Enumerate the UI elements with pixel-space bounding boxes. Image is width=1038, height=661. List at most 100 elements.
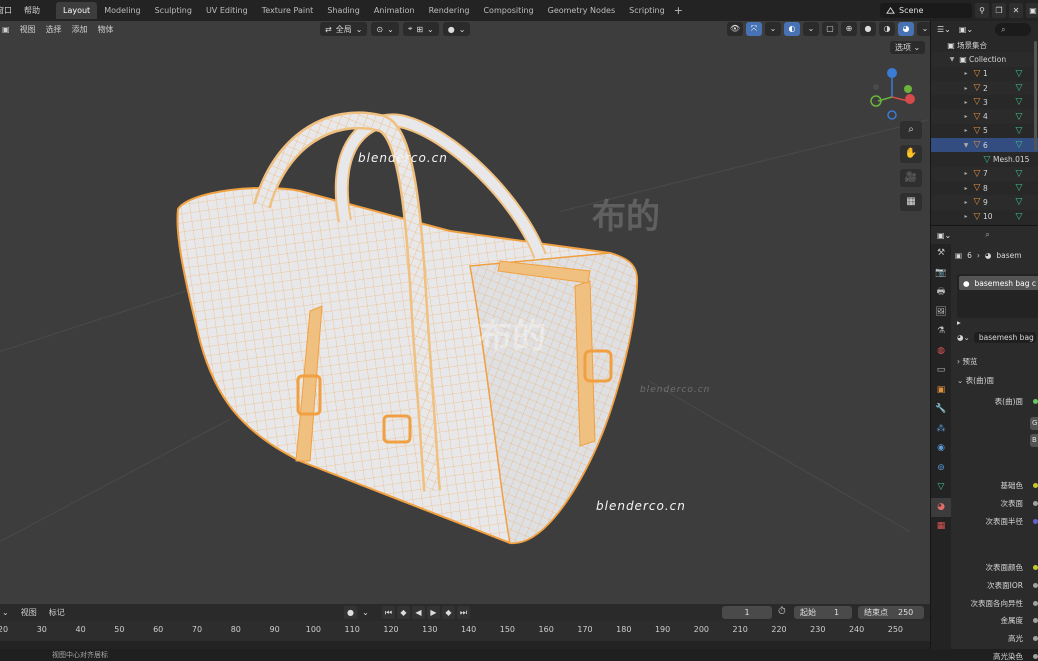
timeline-track[interactable] — [0, 641, 930, 649]
tab-layout[interactable]: Layout — [56, 2, 98, 19]
expand-triangle-icon[interactable]: ▸ — [961, 70, 971, 77]
expand-triangle-icon[interactable]: ▸ — [961, 85, 971, 92]
play-icon[interactable]: ▶ — [427, 606, 440, 619]
outliner-object-item[interactable]: ▸ ▽ 4 ▽ — [931, 109, 1038, 124]
expand-triangle-icon[interactable]: ▸ — [961, 113, 971, 120]
scene-selector[interactable]: Scene — [880, 3, 972, 18]
mesh-data-icon[interactable]: ▽ — [1013, 69, 1025, 79]
timeline-menu-view[interactable]: 视图 — [15, 607, 43, 618]
shader-input-socket[interactable] — [1033, 618, 1038, 623]
expand-triangle-icon[interactable]: ▼ — [961, 142, 971, 149]
menu-help[interactable]: 帮助 — [18, 5, 46, 16]
timeline-ruler[interactable]: 20 30 40 50 60 70 80 90 100 110 120 130 140 150 160 170… — [0, 621, 930, 641]
shader-input-socket[interactable] — [1033, 483, 1038, 488]
expand-triangle-icon[interactable]: ▸ — [961, 170, 971, 177]
tab-uv-editing[interactable]: UV Editing — [199, 2, 255, 19]
end-frame-field[interactable]: 结束点 250 — [858, 606, 924, 619]
mesh-data-icon[interactable]: ▽ — [1013, 97, 1025, 107]
distribution-dropdown[interactable]: B — [1030, 434, 1038, 447]
mesh-data-icon[interactable]: ▽ — [1013, 140, 1025, 150]
outliner-filter-icon[interactable]: ▣⌄ — [959, 25, 973, 34]
outliner-search-input[interactable]: ⌕ — [995, 23, 1032, 36]
outliner-object-item[interactable]: ▸ ▽ 9 ▽ — [931, 195, 1038, 210]
delete-scene-icon[interactable]: ✕ — [1009, 3, 1023, 18]
expand-triangle-icon[interactable]: ▸ — [961, 213, 971, 220]
tab-compositing[interactable]: Compositing — [476, 2, 540, 19]
properties-search-icon[interactable]: ⌕ — [985, 230, 989, 240]
object-tab-icon[interactable]: ▣ — [931, 381, 951, 401]
next-keyframe-icon[interactable]: ◆ — [442, 606, 455, 619]
shader-input-socket[interactable] — [1033, 654, 1038, 659]
grid-view-icon[interactable]: ▦ — [900, 193, 922, 211]
preview-panel-header[interactable]: › 预览 — [957, 356, 977, 367]
material-name-field[interactable]: basemesh bag — [973, 332, 1036, 343]
tab-modeling[interactable]: Modeling — [97, 2, 147, 19]
camera-icon[interactable]: 🎥 — [900, 169, 922, 187]
view-layer-tab-icon[interactable]: 🖼 — [931, 303, 951, 323]
tab-rendering[interactable]: Rendering — [422, 2, 477, 19]
shader-input-socket[interactable] — [1033, 636, 1038, 641]
new-scene-icon[interactable]: ❐ — [992, 3, 1006, 18]
outliner-object-item[interactable]: ▼ ▽ 6 ▽ — [931, 138, 1038, 153]
tab-shading[interactable]: Shading — [320, 2, 367, 19]
mesh-data-icon[interactable]: ▽ — [1013, 212, 1025, 222]
mesh-data-icon[interactable]: ▽ — [1013, 183, 1025, 193]
add-workspace-button[interactable]: + — [674, 4, 683, 17]
bag-mesh[interactable] — [0, 21, 930, 604]
expand-triangle-icon[interactable]: ▸ — [961, 127, 971, 134]
expand-triangle-icon[interactable]: ▸ — [961, 199, 971, 206]
material-selector[interactable]: ◕⌄ basemesh bag — [957, 332, 1036, 343]
mesh-data-icon[interactable]: ▽ — [1013, 169, 1025, 179]
shader-input-socket[interactable] — [1033, 519, 1038, 524]
tab-animation[interactable]: Animation — [367, 2, 422, 19]
outliner-editor-icon[interactable]: ☰⌄ — [937, 25, 951, 34]
output-tab-icon[interactable]: 🖶 — [931, 283, 951, 303]
outliner-scene-collection[interactable]: ▣ 场景集合 — [931, 38, 1038, 52]
view-layer-icon[interactable]: ▣ — [1026, 3, 1038, 18]
outliner-object-item[interactable]: ▸ ▽ 8 ▽ — [931, 181, 1038, 195]
jump-end-icon[interactable]: ⏭ — [457, 606, 470, 619]
record-icon[interactable]: ● — [344, 606, 357, 619]
timeline-editor-icon[interactable]: ⌄ — [0, 608, 15, 617]
outliner-object-item[interactable]: ▸ ▽ 2 ▽ — [931, 80, 1038, 96]
material-tab-icon[interactable]: ◕ — [931, 497, 951, 517]
outliner-scrollbar[interactable] — [1034, 41, 1037, 151]
mesh-data-icon[interactable]: ▽ — [1013, 112, 1025, 122]
outliner-object-item[interactable]: ▸ ▽ 3 ▽ — [931, 95, 1038, 109]
shader-input-socket[interactable] — [1033, 501, 1038, 506]
tab-scripting[interactable]: Scripting — [622, 2, 672, 19]
outliner-object-item[interactable]: ▸ ▽ 10 ▽ — [931, 210, 1038, 224]
material-slot-list[interactable]: ● basemesh bag c — [957, 274, 1038, 318]
pin-icon[interactable]: ⚲ — [975, 3, 989, 18]
3d-viewport[interactable]: ▣ 视图 选择 添加 物体 ⇄ 全局 ⌄ ⊙ ⌄ ⌖ ⊞ ⌄ ● ⌄ 👁 ⤧ ⌄ ◐ ⌄… — [0, 21, 930, 604]
material-slot-row[interactable]: ● basemesh bag c — [959, 276, 1038, 290]
outliner-object-item[interactable]: ▸ ▽ 7 ▽ — [931, 166, 1038, 181]
navigation-gizmo[interactable] — [864, 65, 924, 125]
mesh-data-icon[interactable]: ▽ — [1013, 126, 1025, 136]
expand-triangle-icon[interactable]: ▸ — [957, 318, 961, 327]
properties-editor-icon[interactable]: ▣⌄ — [937, 231, 951, 240]
shader-input-socket[interactable] — [1033, 565, 1038, 570]
texture-tab-icon[interactable]: ▦ — [931, 517, 951, 537]
outliner-collection[interactable]: ▼ ▣ Collection — [931, 52, 1038, 67]
expand-triangle-icon[interactable]: ▸ — [961, 185, 971, 192]
jump-start-icon[interactable]: ⏮ — [382, 606, 395, 619]
expand-triangle-icon[interactable]: ▸ — [961, 99, 971, 106]
shader-input-socket[interactable] — [1033, 583, 1038, 588]
world-tab-icon[interactable]: ◍ — [931, 342, 951, 362]
render-tab-icon[interactable]: 📷 — [931, 264, 951, 284]
tab-geometry-nodes[interactable]: Geometry Nodes — [541, 2, 622, 19]
clock-icon[interactable]: ⏱ — [778, 606, 786, 617]
prev-keyframe-icon[interactable]: ◆ — [397, 606, 410, 619]
mesh-data-icon[interactable]: ▽ — [1013, 83, 1025, 93]
physics-tab-icon[interactable]: ◉ — [931, 439, 951, 459]
data-tab-icon[interactable]: ▽ — [931, 478, 951, 498]
scene-tab-icon[interactable]: ⚗ — [931, 322, 951, 342]
play-reverse-icon[interactable]: ◀ — [412, 606, 425, 619]
current-frame-field[interactable]: 1 — [722, 606, 772, 619]
expand-triangle-icon[interactable]: ▼ — [947, 56, 957, 63]
shader-input-socket[interactable] — [1033, 601, 1038, 606]
particles-tab-icon[interactable]: ⁂ — [931, 420, 951, 440]
outliner-object-item[interactable]: ▸ ▽ 5 ▽ — [931, 124, 1038, 138]
shader-dropdown[interactable]: G — [1030, 417, 1038, 430]
